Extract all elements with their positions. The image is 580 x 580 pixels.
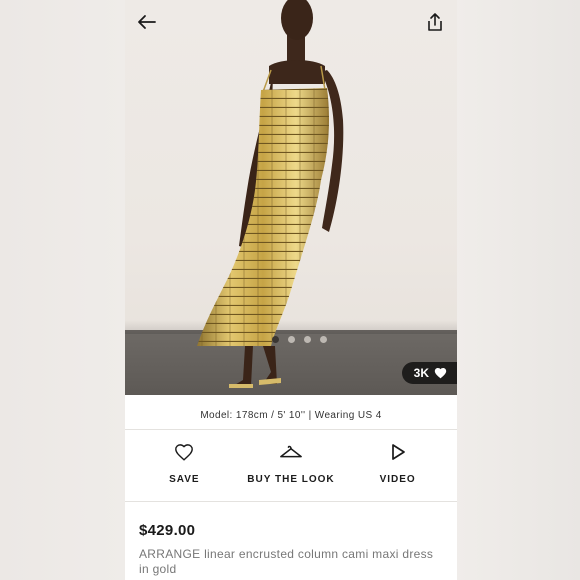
pagination-dot-active[interactable] (271, 336, 279, 343)
pagination-dot[interactable] (319, 336, 327, 343)
pagination-dot[interactable] (287, 336, 295, 343)
heart-filled-icon (434, 368, 447, 379)
likes-count: 3K (413, 366, 429, 380)
hanger-icon (280, 445, 302, 458)
back-button[interactable] (133, 8, 161, 36)
model-size-info: Model: 178cm / 5' 10'' | Wearing US 4 (125, 402, 457, 430)
gallery-pagination[interactable] (125, 336, 457, 346)
arrow-left-icon (138, 15, 156, 29)
video-button[interactable]: VIDEO (348, 440, 448, 485)
share-icon (428, 13, 442, 31)
play-icon (391, 444, 405, 460)
save-label: SAVE (169, 474, 200, 485)
heart-outline-icon (175, 444, 194, 461)
video-label: VIDEO (379, 474, 416, 485)
likes-badge[interactable]: 3K (401, 362, 457, 384)
pagination-dot[interactable] (303, 336, 311, 343)
share-button[interactable] (421, 8, 449, 36)
product-screen: 3K Model: 178cm / 5' 10'' | Wearing US 4… (125, 0, 457, 580)
product-name: ARRANGE linear encrusted column cami max… (139, 547, 434, 576)
product-image-gallery[interactable]: 3K (125, 0, 457, 395)
buy-the-look-button[interactable]: BUY THE LOOK (241, 440, 341, 485)
buy-the-look-label: BUY THE LOOK (247, 474, 335, 485)
product-actions: SAVE BUY THE LOOK VIDEO (125, 440, 457, 502)
save-button[interactable]: SAVE (134, 440, 234, 485)
background-frame: 3K Model: 178cm / 5' 10'' | Wearing US 4… (0, 0, 580, 580)
product-price: $429.00 (139, 522, 196, 539)
